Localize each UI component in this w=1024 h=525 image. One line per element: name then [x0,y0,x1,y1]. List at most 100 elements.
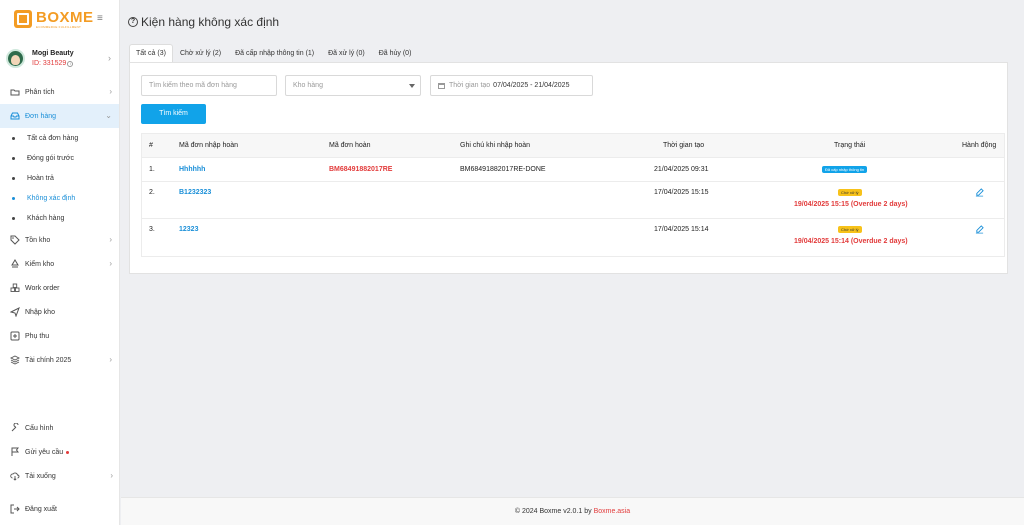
tab-da-cap-nhap[interactable]: Đã cấp nhập thông tin (1) [228,44,321,62]
sidebar-item-dang-xuat[interactable]: Đăng xuất [0,497,120,521]
date-range-picker[interactable]: Thời gian tạo 07/04/2025 - 21/04/2025 [430,75,593,96]
returns-table: # Mã đơn nhập hoàn Mã đơn hoàn Ghi chú k… [141,133,1005,257]
plane-icon [10,307,20,317]
col-status: Trạng thái [834,142,866,149]
date-label: Thời gian tạo [449,82,491,89]
row-index: 1. [149,166,155,173]
page-title: ? Kiện hàng không xác định [128,15,279,29]
status-tabs: Tất cả (3) Chờ xử lý (2) Đã cấp nhập thô… [129,44,418,62]
sidebar-item-phu-thu[interactable]: Phụ thu [0,324,119,348]
warehouse-select[interactable]: Kho hàng [285,75,421,96]
user-profile[interactable]: Mogi Beauty ID: 331529 i › [0,41,119,75]
sidebar-subitem-label: Đóng gói trước [27,154,75,162]
sidebar-item-don-hang[interactable]: Đơn hàng ⌄ [0,104,119,128]
sidebar-item-tai-chinh[interactable]: Tài chính 2025 › [0,348,119,372]
col-order-code: Mã đơn hoàn [329,142,371,149]
sidebar-item-label: Kiểm kho [25,260,55,268]
menu-toggle-icon[interactable]: ≡ [97,14,103,24]
user-name: Mogi Beauty [32,49,74,57]
sidebar-subitem-label: Khách hàng [27,214,65,222]
logo[interactable]: BOXME ECOMMERCE FULFILLMENT ≡ [0,0,119,38]
chevron-right-icon: › [109,87,112,96]
sidebar-item-label: Tồn kho [25,236,51,244]
sidebar-subitem-khong-xac-dinh[interactable]: Không xác định [0,188,119,208]
footer-copyright: © 2024 Boxme v2.0.1 by [514,508,594,515]
logo-text: BOXME [36,8,94,26]
sidebar-subitem-label: Hoàn trả [27,174,54,182]
sidebar-item-nhap-kho[interactable]: Nhập kho [0,300,119,324]
notification-dot [66,450,70,454]
sidebar-item-kiem-kho[interactable]: Kiểm kho › [0,252,119,276]
warehouse-placeholder: Kho hàng [293,82,323,89]
inbox-icon [10,111,20,121]
overdue-text: 19/04/2025 15:15 (Overdue 2 days) [794,201,908,208]
date-value: 07/04/2025 - 21/04/2025 [493,82,570,89]
sidebar-subitem-tat-ca[interactable]: Tất cả đơn hàng [0,128,119,148]
footer: © 2024 Boxme v2.0.1 by Boxme.asia [121,497,1024,525]
sidebar-item-label: Đơn hàng [25,112,57,120]
col-created: Thời gian tạo [663,142,705,149]
sidebar-item-phan-tich[interactable]: Phân tích › [0,80,119,104]
chevron-right-icon: › [110,471,113,480]
user-id: ID: 331529 [32,59,67,67]
sidebar-subitem-hoan-tra[interactable]: Hoàn trả [0,168,119,188]
sidebar-bottom: Cấu hình Gửi yêu cầu Tải xuống › Đăng xu… [0,416,120,521]
sidebar-item-label: Work order [25,284,60,292]
status-badge: Chờ xử lý [838,189,862,196]
sidebar-subitem-label: Không xác định [27,194,76,202]
layers-icon [10,355,20,365]
sidebar-item-label: Phân tích [25,88,55,96]
sidebar-subitem-khach-hang[interactable]: Khách hàng [0,208,119,228]
avatar [6,48,25,68]
main-content: ? Kiện hàng không xác định Tất cả (3) Ch… [121,0,1024,497]
sidebar-item-tai-xuong[interactable]: Tải xuống › [0,464,120,488]
return-code-link[interactable]: B1232323 [179,189,211,196]
page-title-text: Kiện hàng không xác định [141,15,280,29]
chevron-down-icon: ⌄ [105,111,112,120]
chevron-right-icon: › [108,53,111,63]
content-card: Tìm kiếm theo mã đơn hàng Kho hàng Thời … [129,62,1008,274]
sidebar-item-cau-hinh[interactable]: Cấu hình [0,416,120,440]
search-button[interactable]: Tìm kiếm [141,104,206,124]
return-code-link[interactable]: 12323 [179,226,198,233]
sidebar-item-ton-kho[interactable]: Tồn kho › [0,228,119,252]
col-return-code: Mã đơn nhập hoàn [179,142,239,149]
edit-icon[interactable] [975,225,984,236]
col-note: Ghi chú khi nhập hoàn [460,142,531,149]
col-index: # [149,142,153,149]
help-circle-icon[interactable]: ? [128,17,138,27]
search-input[interactable]: Tìm kiếm theo mã đơn hàng [141,75,277,96]
table-row: 1. Hhhhhh BM68491882017RE BM68491882017R… [142,158,1004,182]
info-icon[interactable]: i [67,60,74,67]
plus-square-icon [10,331,20,341]
sidebar-item-gui-yeu-cau[interactable]: Gửi yêu cầu [0,440,120,464]
return-note: BM68491882017RE-DONE [460,166,546,173]
sidebar-item-label: Cấu hình [25,424,54,432]
sidebar-subitem-label: Tất cả đơn hàng [27,134,79,142]
boxme-logo-icon [14,10,32,28]
row-index: 3. [149,226,155,233]
row-index: 2. [149,189,155,196]
wrench-icon [10,423,20,433]
col-action: Hành động [962,142,997,149]
sidebar-item-work-order[interactable]: Work order [0,276,119,300]
tab-da-huy[interactable]: Đã hủy (0) [372,44,419,62]
tag-icon [10,235,20,245]
sidebar-item-label: Tài chính 2025 [25,356,72,364]
tab-cho-xu-ly[interactable]: Chờ xử lý (2) [173,44,228,62]
sidebar-nav: Phân tích › Đơn hàng ⌄ Tất cả đơn hàng Đ… [0,80,119,372]
status-badge: Đã cấp nhập thông tin [822,166,868,173]
chevron-right-icon: › [109,355,112,364]
tab-tat-ca[interactable]: Tất cả (3) [129,44,173,62]
tab-da-xu-ly[interactable]: Đã xử lý (0) [321,44,372,62]
cloud-download-icon [10,471,20,481]
status-badge: Chờ xử lý [838,226,862,233]
footer-brand-link[interactable]: Boxme.asia [594,508,631,515]
sidebar-subitem-dong-goi[interactable]: Đóng gói trước [0,148,119,168]
edit-icon[interactable] [975,188,984,199]
sidebar-item-label: Đăng xuất [25,505,57,513]
order-code-link[interactable]: BM68491882017RE [329,166,392,173]
return-code-link[interactable]: Hhhhhh [179,166,205,173]
flag-icon [10,447,20,457]
sidebar-item-label: Nhập kho [25,308,55,316]
